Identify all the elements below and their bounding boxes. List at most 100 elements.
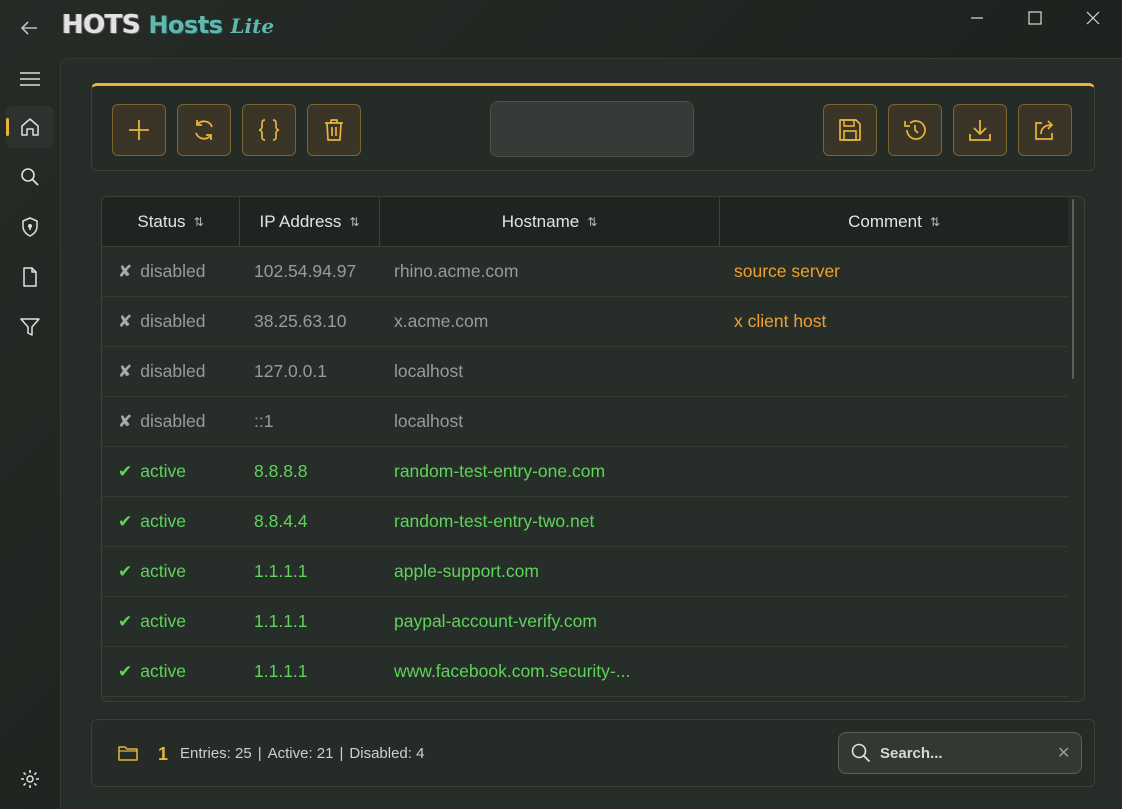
window-controls — [948, 0, 1122, 36]
column-header-ip[interactable]: IP Address ⇅ — [240, 197, 380, 247]
x-mark-icon: ✘ — [118, 311, 133, 331]
status-text: active — [140, 661, 186, 681]
column-label: Hostname — [501, 212, 580, 231]
table-body: ✘ disabled 102.54.94.97 rhino.acme.com so… — [102, 247, 1068, 697]
comment-cell: x client host — [734, 311, 827, 331]
entries-count: Entries: 25 — [180, 745, 252, 762]
sort-icon: ⇅ — [587, 215, 598, 229]
table-row[interactable]: ✔ active 1.1.1.1 apple-support.com — [102, 547, 1068, 597]
hostname-cell: rhino.acme.com — [394, 261, 519, 281]
x-mark-icon: ✘ — [118, 361, 133, 381]
hostname-cell: localhost — [394, 411, 464, 431]
separator: | — [257, 745, 262, 762]
status-cell: ✘ disabled — [102, 311, 240, 332]
search-box[interactable]: ✕ — [838, 732, 1082, 774]
open-folder-button[interactable] — [118, 744, 138, 767]
minimize-button[interactable] — [948, 0, 1006, 36]
filter-icon — [20, 318, 40, 336]
table-row[interactable]: ✘ disabled 127.0.0.1 localhost — [102, 347, 1068, 397]
hosts-table: Status ⇅ IP Address ⇅ Hostname ⇅ Comment… — [101, 196, 1085, 702]
clear-search-icon[interactable]: ✕ — [1057, 743, 1070, 763]
x-mark-icon: ✘ — [118, 261, 133, 281]
column-label: IP Address — [259, 212, 342, 231]
braces-icon — [258, 119, 280, 141]
table-row[interactable]: ✔ active 1.1.1.1 www.facebook.com.securit… — [102, 647, 1068, 697]
column-header-status[interactable]: Status ⇅ — [102, 197, 240, 247]
folder-icon — [118, 746, 138, 761]
search-icon — [851, 743, 871, 763]
sort-icon: ⇅ — [193, 215, 204, 229]
refresh-icon — [195, 120, 213, 140]
status-text: active — [140, 611, 186, 631]
ip-cell: 38.25.63.10 — [254, 311, 347, 331]
comment-cell: source server — [734, 261, 841, 281]
active-indicator — [6, 118, 9, 136]
status-cell: ✘ disabled — [102, 261, 240, 282]
logo-text-hosts: Hosts — [148, 11, 223, 39]
sidebar-item-file[interactable] — [6, 256, 54, 298]
shield-icon — [22, 217, 38, 237]
close-icon — [1086, 11, 1100, 25]
share-icon — [1035, 120, 1054, 140]
delete-button[interactable] — [307, 104, 361, 156]
sort-icon: ⇅ — [929, 215, 940, 229]
sidebar-item-home[interactable] — [6, 106, 54, 148]
status-cell: ✘ disabled — [102, 361, 240, 382]
check-mark-icon: ✔ — [118, 511, 133, 531]
save-button[interactable] — [823, 104, 877, 156]
disabled-count: Disabled: 4 — [349, 745, 425, 762]
status-cell: ✔ active — [102, 661, 240, 682]
toolbar — [91, 83, 1095, 171]
table-row[interactable]: ✘ disabled 38.25.63.10 x.acme.com x clien… — [102, 297, 1068, 347]
table-row[interactable]: ✔ active 1.1.1.1 paypal-account-verify.co… — [102, 597, 1068, 647]
download-button[interactable] — [953, 104, 1007, 156]
menu-toggle-button[interactable] — [6, 58, 54, 100]
logo-text-lite: Lite — [230, 14, 275, 38]
sort-icon: ⇅ — [349, 215, 360, 229]
search-input[interactable] — [880, 744, 1048, 762]
status-text: disabled — [140, 411, 206, 431]
table-header: Status ⇅ IP Address ⇅ Hostname ⇅ Comment… — [102, 197, 1068, 247]
table-row[interactable]: ✔ active 8.8.8.8 random-test-entry-one.co… — [102, 447, 1068, 497]
add-entry-button[interactable] — [112, 104, 166, 156]
hostname-cell: random-test-entry-two.net — [394, 511, 595, 531]
status-bar: 1 Entries: 25 | Active: 21 | Disabled: 4… — [91, 719, 1095, 787]
table-row[interactable]: ✘ disabled ::1 localhost — [102, 397, 1068, 447]
share-button[interactable] — [1018, 104, 1072, 156]
check-mark-icon: ✔ — [118, 611, 133, 631]
ip-cell: 1.1.1.1 — [254, 661, 308, 681]
sidebar-item-security[interactable] — [6, 206, 54, 248]
table-row[interactable]: ✔ active 8.8.4.4 random-test-entry-two.ne… — [102, 497, 1068, 547]
maximize-button[interactable] — [1006, 0, 1064, 36]
sidebar-item-settings[interactable] — [6, 758, 54, 800]
close-button[interactable] — [1064, 0, 1122, 36]
sidebar — [0, 58, 60, 809]
sidebar-item-search[interactable] — [6, 156, 54, 198]
refresh-button[interactable] — [177, 104, 231, 156]
status-text: active — [140, 461, 186, 481]
check-mark-icon: ✔ — [118, 661, 133, 681]
back-button[interactable] — [14, 14, 44, 42]
table-row[interactable]: ✘ disabled 102.54.94.97 rhino.acme.com so… — [102, 247, 1068, 297]
ip-cell: 8.8.8.8 — [254, 461, 308, 481]
column-header-hostname[interactable]: Hostname ⇅ — [380, 197, 720, 247]
ip-cell: 127.0.0.1 — [254, 361, 327, 381]
app-window: HOTS Hosts Lite Status ⇅ IP Address ⇅ Ho… — [0, 0, 1122, 809]
status-cell: ✔ active — [102, 561, 240, 582]
trash-icon — [325, 119, 343, 141]
ip-cell: ::1 — [254, 411, 274, 431]
toolbar-center-field — [490, 101, 694, 157]
search-icon — [21, 168, 39, 186]
status-text: disabled — [140, 311, 206, 331]
hostname-cell: localhost — [394, 361, 464, 381]
sidebar-item-filter[interactable] — [6, 306, 54, 348]
history-icon — [904, 120, 926, 140]
history-button[interactable] — [888, 104, 942, 156]
column-header-comment[interactable]: Comment ⇅ — [720, 197, 1068, 247]
vertical-scrollbar[interactable] — [1072, 199, 1074, 379]
minimize-icon — [971, 17, 983, 19]
hostname-cell: apple-support.com — [394, 561, 539, 581]
status-cell: ✘ disabled — [102, 411, 240, 432]
json-view-button[interactable] — [242, 104, 296, 156]
main-panel: Status ⇅ IP Address ⇅ Hostname ⇅ Comment… — [60, 58, 1122, 809]
